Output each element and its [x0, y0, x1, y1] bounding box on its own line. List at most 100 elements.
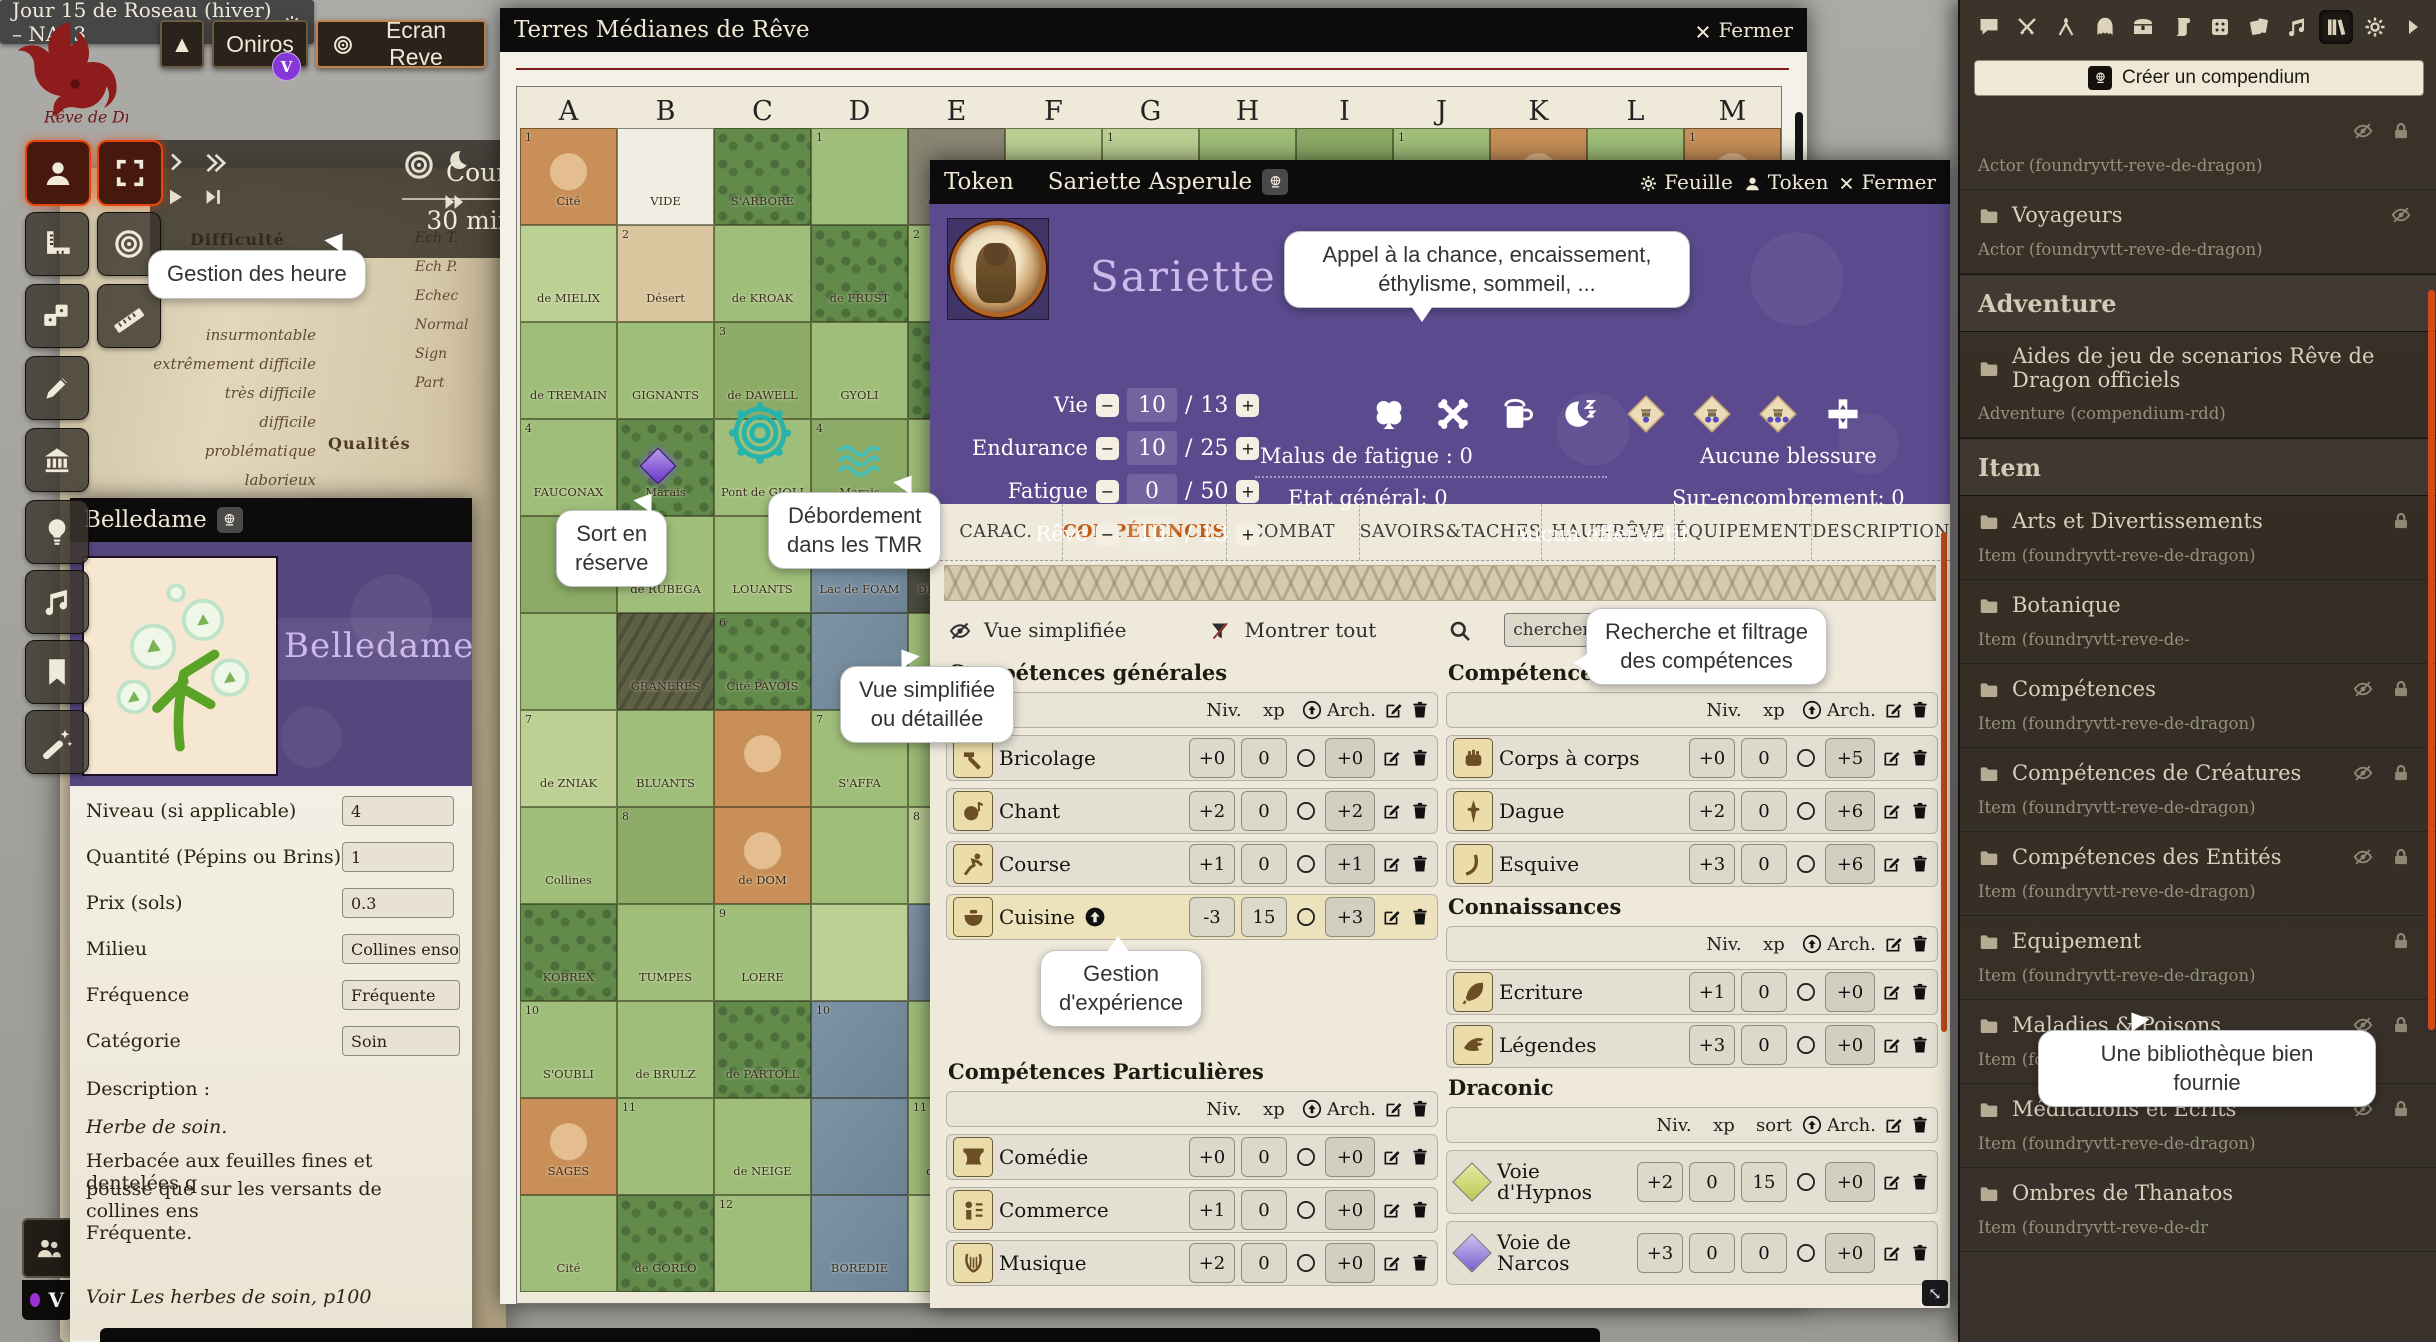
niv-value[interactable]: +2 — [1637, 1162, 1683, 1202]
lock-icon[interactable] — [2390, 678, 2412, 700]
niv-value[interactable]: +3 — [1689, 844, 1735, 884]
skill-row[interactable]: Légendes+3 0 +0 — [1446, 1022, 1938, 1068]
roll-circle-icon[interactable] — [1293, 800, 1319, 822]
roll-circle-icon[interactable] — [1793, 747, 1819, 769]
select-token-button[interactable] — [25, 140, 91, 206]
trash-icon[interactable] — [1409, 748, 1431, 768]
draw-tool-button[interactable] — [25, 356, 89, 420]
sidebar-tab-compendium[interactable] — [2319, 10, 2353, 44]
sidebar-tab-settings[interactable] — [2358, 10, 2392, 44]
skill-name[interactable]: Commerce — [999, 1200, 1183, 1221]
tmr-tile[interactable] — [617, 1195, 714, 1292]
skill-row[interactable]: Ecriture+1 0 +0 — [1446, 969, 1938, 1015]
eye-slash-icon[interactable] — [2352, 762, 2374, 784]
trash-icon[interactable] — [1909, 748, 1931, 768]
roll-circle-icon[interactable] — [1293, 853, 1319, 875]
tmr-tile[interactable] — [714, 613, 811, 710]
sort-value[interactable]: 0 — [1741, 1233, 1787, 1273]
sidebar-tab-actors[interactable] — [2088, 10, 2122, 44]
roll-circle-icon[interactable] — [1293, 906, 1319, 928]
skill-name[interactable]: Dague — [1499, 801, 1683, 822]
edit-icon[interactable] — [1381, 801, 1403, 821]
compendium-pack[interactable]: VoyageursActor (foundryvtt-reve-de-drago… — [1960, 190, 2436, 274]
tmr-tile[interactable] — [617, 1001, 714, 1098]
pack-name[interactable]: Equipement — [2012, 929, 2141, 953]
sounds-tool-button[interactable] — [25, 570, 89, 634]
chance-clover-icon[interactable] — [1370, 395, 1408, 433]
skill-row[interactable]: Cuisine-3 15 +3 — [946, 894, 1438, 940]
compendium-pack[interactable]: Ombres de ThanatosItem (foundryvtt-reve-… — [1960, 1168, 2436, 1252]
edit-icon[interactable] — [1881, 1035, 1903, 1055]
field-value[interactable]: Fréquente — [342, 980, 460, 1010]
xp-value[interactable]: 0 — [1689, 1233, 1735, 1273]
roll-circle-icon[interactable] — [1793, 1171, 1819, 1193]
tmr-tile[interactable] — [520, 1098, 617, 1195]
skill-row[interactable]: Course+1 0 +1 — [946, 841, 1438, 887]
skill-name[interactable]: Musique — [999, 1253, 1183, 1274]
roll-circle-icon[interactable] — [1293, 1199, 1319, 1221]
skill-row[interactable]: Commerce+1 0 +0 — [946, 1187, 1438, 1233]
skill-row[interactable]: Corps à corps+0 0 +5 — [1446, 735, 1938, 781]
stat-increase-button[interactable]: + — [1236, 394, 1259, 417]
measure-elevation-button[interactable] — [25, 212, 89, 276]
pack-name[interactable]: Compétences — [2012, 677, 2156, 701]
tmr-tile[interactable] — [811, 1195, 908, 1292]
filter-icon[interactable] — [1208, 617, 1232, 643]
stat-current-value[interactable]: 10 — [1127, 388, 1177, 422]
collapse-nav-button[interactable]: ▲ — [160, 20, 204, 68]
xp-value[interactable]: 0 — [1241, 1243, 1287, 1283]
skill-name[interactable]: Course — [999, 854, 1183, 875]
skill-row[interactable]: Voie d'Hypnos+2 015 +0 — [1446, 1150, 1938, 1214]
belledame-titlebar[interactable]: Belledame — [70, 498, 472, 542]
roll-circle-icon[interactable] — [1293, 747, 1319, 769]
edit-icon[interactable] — [1381, 854, 1403, 874]
field-value[interactable]: 4 — [342, 796, 454, 826]
lock-icon[interactable] — [2390, 1098, 2412, 1120]
lock-icon[interactable] — [2390, 930, 2412, 952]
sheet-token-button[interactable]: Token — [1743, 170, 1829, 194]
hotbar-strip[interactable] — [100, 1328, 1600, 1342]
xp-value[interactable]: 0 — [1741, 738, 1787, 778]
skill-name[interactable]: Chant — [999, 801, 1183, 822]
skill-name[interactable]: Légendes — [1499, 1035, 1683, 1056]
tmr-tile[interactable] — [520, 710, 617, 807]
skill-row[interactable]: Comédie+0 0 +0 — [946, 1134, 1438, 1180]
wound-light-icon[interactable] — [1626, 394, 1666, 434]
eye-slash-icon[interactable] — [2390, 204, 2412, 226]
tmr-tile[interactable] — [617, 613, 714, 710]
compendium-pack[interactable]: Compétences de CréaturesItem (foundryvtt… — [1960, 748, 2436, 832]
pack-name[interactable]: Compétences de Créatures — [2012, 761, 2301, 785]
map-close-button[interactable]: Fermer — [1694, 18, 1793, 42]
niv-value[interactable]: +2 — [1189, 791, 1235, 831]
compendium-pack[interactable]: Actor (foundryvtt-reve-de-dragon) — [1960, 106, 2436, 190]
tmr-tile[interactable] — [617, 904, 714, 1001]
sidebar-tab-playlists[interactable] — [2281, 10, 2315, 44]
roll-circle-icon[interactable] — [1293, 1252, 1319, 1274]
edit-icon[interactable] — [1381, 748, 1403, 768]
moon-icon[interactable] — [446, 148, 470, 172]
lock-icon[interactable] — [2390, 510, 2412, 532]
xp-value[interactable]: 0 — [1241, 844, 1287, 884]
edit-icon[interactable] — [1881, 801, 1903, 821]
compendium-pack[interactable]: Aides de jeu de scenarios Rêve de Dragon… — [1960, 332, 2436, 438]
sheet-titlebar[interactable]: Token Sariette Asperule Feuille Token Fe… — [930, 160, 1950, 204]
roll-circle-icon[interactable] — [1793, 800, 1819, 822]
xp-value[interactable]: 0 — [1241, 738, 1287, 778]
niv-value[interactable]: +3 — [1637, 1233, 1683, 1273]
dice-roller-button[interactable] — [25, 284, 89, 348]
tmr-tile[interactable] — [714, 1098, 811, 1195]
tab--quipement[interactable]: ÉQUIPEMENT — [1674, 504, 1811, 560]
skill-name[interactable]: Corps à corps — [1499, 748, 1683, 769]
tmr-tile[interactable] — [714, 710, 811, 807]
tmr-tile[interactable] — [520, 225, 617, 322]
pack-name[interactable]: Aides de jeu de scenarios Rêve de Dragon… — [2012, 344, 2420, 392]
lock-icon[interactable] — [2390, 762, 2412, 784]
stat-current-value[interactable]: 10 — [1127, 431, 1177, 465]
niv-value[interactable]: +2 — [1189, 1243, 1235, 1283]
players-widget[interactable] — [22, 1218, 76, 1278]
tmr-tile[interactable] — [714, 807, 811, 904]
edit-icon[interactable] — [1881, 1172, 1903, 1192]
stat-increase-button[interactable]: + — [1236, 437, 1259, 460]
skill-name[interactable]: Esquive — [1499, 854, 1683, 875]
resize-handle[interactable]: ⤡ — [1922, 1280, 1948, 1306]
